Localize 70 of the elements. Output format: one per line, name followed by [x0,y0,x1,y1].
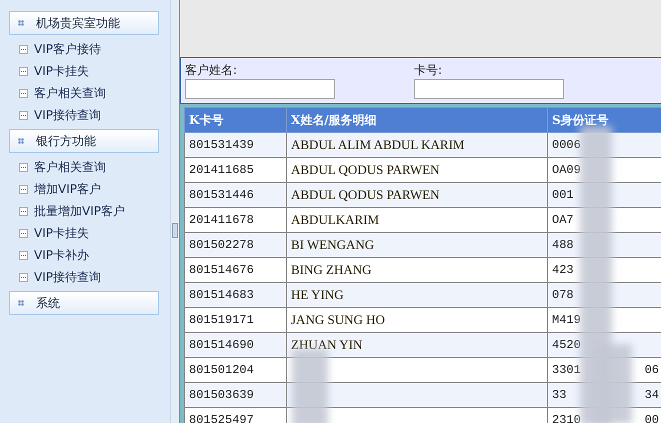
table-cell-text: 3301 [552,363,581,377]
menu-group-header[interactable]: 银行方功能 [9,129,159,153]
table-cell-text: 423 [552,263,574,277]
table-cell-text: M419 [552,313,581,327]
table-cell-text: 00 [644,413,659,423]
table-cell: 801531446 [184,182,286,208]
menu-item[interactable]: 客户相关查询 [34,158,106,176]
menu-item-icon [19,228,28,238]
menu-item-icon [19,162,28,172]
table-cell: 801501204 [184,358,286,382]
table-cell-text: 0006 [552,138,581,152]
table-cell: 201411685 [184,158,286,182]
table-cell: 801531439 [184,132,286,158]
dots-icon [18,300,24,306]
table-cell: ABDUL QODUS PARWEN [286,182,548,208]
menu-item-icon [19,110,28,120]
table-cell: ABDULKARIM [286,208,548,232]
column-header: K卡号 [184,108,286,132]
table-cell: 801514676 [184,258,286,282]
table-cell: ZHUAN YIN [286,332,548,358]
table-cell-text: OA7 [552,213,574,227]
table-cell: JANG SUNG HO [286,308,548,332]
table-cell: 801514690 [184,332,286,358]
menu-item-icon [19,88,28,98]
table-cell: ABDUL QODUS PARWEN [286,158,548,182]
dots-icon [18,20,24,26]
menu-item-icon [19,206,28,216]
table-cell-text: 06 [644,363,659,377]
table-cell: BI WENGANG [286,232,548,258]
menu-item[interactable]: VIP客户接待 [34,40,101,58]
field-label: 卡号: [414,62,444,79]
input-field[interactable] [414,79,564,99]
menu-item-icon [19,66,28,76]
table-cell: 801514683 [184,282,286,308]
table-cell-text: 34 [644,388,659,402]
menu-item-icon [19,44,28,54]
column-header: S身份证号 [548,108,661,132]
table-cell-text: 488 [552,238,574,252]
splitter-handle[interactable] [172,223,178,238]
table-cell: 801525497 [184,408,286,423]
table-cell: HE YING [286,282,548,308]
table-cell-text: 4520 [552,338,581,352]
menu-item[interactable]: 客户相关查询 [34,84,106,102]
menu-group-header[interactable]: 系统 [9,291,159,315]
input-field[interactable] [185,79,335,99]
menu-item-icon [19,272,28,282]
table-cell-text: OA09 [552,163,581,177]
menu-item-icon [19,184,28,194]
menu-item[interactable]: VIP卡补办 [34,246,89,264]
menu-item[interactable]: VIP接待查询 [34,106,101,124]
menu-item[interactable]: VIP卡挂失 [34,62,89,80]
menu-group-header[interactable]: 机场贵宾室功能 [9,11,159,35]
table-cell-text: 33 [552,388,566,402]
table-cell: 801502278 [184,232,286,258]
table-cell: BING ZHANG [286,258,548,282]
menu-item[interactable]: 批量增加VIP客户 [34,202,125,220]
table-cell-text: 078 [552,288,574,302]
table-cell: 201411678 [184,208,286,232]
table-cell-text: 2310 [552,413,581,423]
menu-item[interactable]: VIP卡挂失 [34,224,89,242]
dots-icon [18,138,24,144]
menu-item-icon [19,250,28,260]
menu-item[interactable]: 增加VIP客户 [34,180,101,198]
menu-item[interactable]: VIP接待查询 [34,268,101,286]
field-label: 客户姓名: [185,62,238,79]
table-cell: 801503639 [184,382,286,408]
table-cell: ABDUL ALIM ABDUL KARIM [286,132,548,158]
table-cell-text: 001 [552,188,574,202]
column-header: X姓名/服务明细 [286,108,548,132]
table-cell: 801519171 [184,308,286,332]
